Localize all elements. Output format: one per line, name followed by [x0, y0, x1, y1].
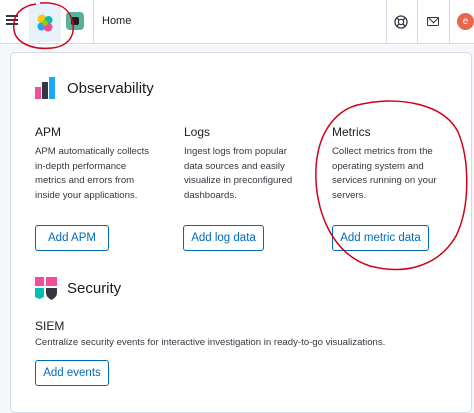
user-avatar[interactable]: e	[457, 13, 474, 30]
header-divider	[93, 0, 94, 44]
add-log-data-button[interactable]: Add log data	[183, 225, 264, 251]
help-lifebuoy-icon[interactable]	[394, 15, 408, 29]
metrics-description: Collect metrics from the operating syste…	[332, 146, 437, 201]
metrics-title: Metrics	[332, 125, 371, 139]
header-divider	[386, 0, 387, 44]
header-divider	[417, 0, 418, 44]
newsfeed-mail-icon[interactable]	[427, 17, 439, 26]
security-logo-icon	[35, 277, 57, 306]
add-metric-data-button[interactable]: Add metric data	[332, 225, 429, 251]
space-selector-icon[interactable]	[66, 12, 84, 30]
siem-description: Centralize security events for interacti…	[35, 337, 386, 348]
hamburger-menu-icon[interactable]	[5, 13, 21, 29]
siem-title: SIEM	[35, 319, 65, 333]
top-navigation-bar: Home e	[0, 0, 474, 44]
elastic-logo-icon[interactable]	[29, 4, 61, 42]
logs-title: Logs	[184, 125, 211, 139]
add-apm-button[interactable]: Add APM	[35, 225, 109, 251]
logs-description: Ingest logs from popular data sources an…	[184, 146, 293, 201]
header-divider	[449, 0, 450, 44]
breadcrumb-home[interactable]: Home	[102, 15, 131, 27]
solutions-panel: Observability APM APM automatically coll…	[10, 52, 472, 413]
observability-title: Observability	[67, 80, 154, 97]
add-events-button[interactable]: Add events	[35, 360, 109, 386]
security-title: Security	[67, 280, 122, 297]
observability-logo-icon	[35, 77, 57, 104]
apm-title: APM	[35, 125, 62, 139]
apm-description: APM automatically collects in-depth perf…	[35, 146, 150, 201]
